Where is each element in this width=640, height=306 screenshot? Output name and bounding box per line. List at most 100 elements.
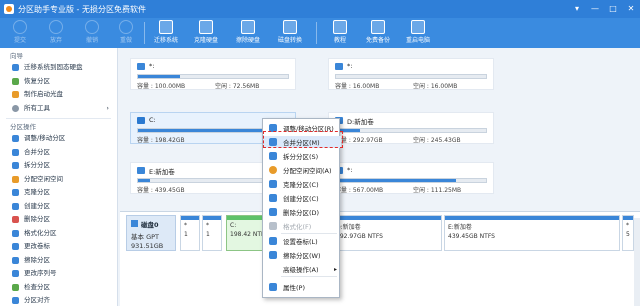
usage-bar [335,178,487,183]
menu-item-delete[interactable]: 删除分区(D) [263,206,341,218]
disk-icon [137,167,145,174]
toolbar-divider [316,22,317,44]
menu-item-clone[interactable]: 克隆分区(C) [263,178,341,190]
window-title: 分区助手专业版 - 无损分区免费软件 [18,4,146,14]
clone-icon [269,180,277,188]
menu-item-properties[interactable]: 属性(P) [263,281,341,293]
sidebar-item-label[interactable]: 更改卷标 [0,240,117,254]
sidebar-item-bootdisk[interactable]: 制作启动光盘 [0,88,117,102]
sidebar: 向导 迁移系统到固态硬盘 恢复分区 制作启动光盘 所有工具 › 分区操作 调整/移… [0,48,118,306]
chevron-right-icon: › [106,103,109,112]
allocate-icon [12,175,19,183]
menu-item-create[interactable]: 创建分区(C) [263,192,341,204]
partition-card[interactable]: *: 容量 : 16.00MB 空闲 : 16.00MB [328,58,494,90]
submit-button[interactable]: 提交 [4,20,36,44]
sidebar-item-all-tools[interactable]: 所有工具 › [0,102,117,116]
wipe-disk-button[interactable]: 擦除硬盘 [232,20,264,44]
undo-icon [85,20,99,34]
serial-icon [12,270,19,278]
tutorial-icon [333,20,347,34]
sidebar-item-format[interactable]: 格式化分区 [0,227,117,241]
discard-icon [49,20,63,34]
free-backup-button[interactable]: 免费备份 [362,20,394,44]
menu-item-allocate[interactable]: 分配空闲空间(A) [263,164,341,176]
sidebar-item-wipe-partition[interactable]: 擦除分区 [0,254,117,268]
disk-map-partition[interactable]: * 5 [622,215,634,251]
menu-item-set-label[interactable]: 设置卷标(L) [263,235,341,247]
migrate-icon [159,20,173,34]
menu-item-split[interactable]: 拆分分区(S) [263,150,341,162]
disk-info[interactable]: 磁盘0 基本 GPT 931.51GB [126,215,176,251]
disk-map-partition[interactable]: * 1 [180,215,200,251]
bootdisk-icon [12,91,19,99]
menu-item-wipe[interactable]: 擦除分区(W) [263,249,341,261]
sidebar-item-resize[interactable]: 调整/移动分区 [0,132,117,146]
toolbar-divider [144,22,145,44]
wizard-section-header: 向导 [10,52,23,60]
disk-convert-button[interactable]: 磁盘转换 [274,20,306,44]
convert-icon [283,20,297,34]
merge-icon [12,148,19,156]
sidebar-item-clone-partition[interactable]: 克隆分区 [0,186,117,200]
maximize-button[interactable]: □ [604,0,622,18]
partition-card[interactable]: *: 容量 : 100.00MB 空闲 : 72.56MB [130,58,296,90]
split-icon [269,152,277,160]
reboot-button[interactable]: 重启电脑 [402,20,434,44]
disk-map-partition[interactable]: * 1 [202,215,222,251]
reboot-icon [411,20,425,34]
disk-map-panel: 磁盘0 基本 GPT 931.51GB * 1 * 1 C: 198.42 NTFS … [120,211,640,306]
clone-disk-button[interactable]: 克隆硬盘 [190,20,222,44]
wipe-partition-icon [12,256,19,264]
sidebar-item-merge[interactable]: 合并分区 [0,146,117,160]
more-icon [12,104,19,112]
disk-icon [335,63,343,70]
sidebar-item-create[interactable]: 创建分区 [0,200,117,214]
disk-map-partition[interactable]: D:新加卷 292.97GB NTFS [332,215,442,251]
sidebar-item-delete[interactable]: 删除分区 [0,213,117,227]
sidebar-item-migrate-ssd[interactable]: 迁移系统到固态硬盘 [0,61,117,75]
allocate-icon [269,166,277,174]
check-icon [12,283,19,291]
create-icon [12,202,19,210]
partition-card[interactable]: *: 容量 : 567.00MB 空闲 : 111.25MB [328,162,494,194]
label-icon [12,243,19,251]
disk-map-partition[interactable]: E:新加卷 439.45GB NTFS [444,215,620,251]
menu-separator [281,276,337,277]
sidebar-divider [6,118,111,119]
tutorial-button[interactable]: 教程 [324,20,356,44]
minimize-button[interactable]: — [586,0,604,18]
menu-item-advanced[interactable]: 高级操作(A) ▸ [263,263,341,275]
title-bar: 分区助手专业版 - 无损分区免费软件 ▾ — □ ✕ [0,0,640,18]
delete-icon [12,216,19,224]
vertical-scrollbar[interactable] [634,218,640,306]
undo-button[interactable]: 撤销 [76,20,108,44]
sidebar-item-serial[interactable]: 更改序列号 [0,267,117,281]
sidebar-item-check[interactable]: 检查分区 [0,281,117,295]
menu-dropdown-button[interactable]: ▾ [568,0,586,18]
wipe-icon [269,251,277,259]
clone-partition-icon [12,189,19,197]
highlight-box [263,131,343,148]
sidebar-item-align[interactable]: 分区对齐 [0,294,117,306]
redo-icon [119,20,133,34]
sidebar-item-recover[interactable]: 恢复分区 [0,75,117,89]
redo-button[interactable]: 重做 [110,20,142,44]
split-icon [12,162,19,170]
menu-separator [281,233,337,234]
sidebar-item-allocate[interactable]: 分配空闲空间 [0,173,117,187]
migrate-ssd-icon [12,64,19,72]
discard-button[interactable]: 放弃 [40,20,72,44]
format-icon [269,222,277,230]
close-button[interactable]: ✕ [622,0,640,18]
partition-card[interactable]: D:新加卷 容量 : 292.97GB 空闲 : 245.43GB [328,112,494,144]
wipe-icon [241,20,255,34]
submenu-arrow-icon: ▸ [333,265,337,273]
toolbar: 提交 放弃 撤销 重做 迁移系统 克隆硬盘 擦除硬盘 磁盘转换 教程 免费备份 … [0,18,640,48]
clone-icon [199,20,213,34]
window-controls: ▾ — □ ✕ [568,0,640,18]
menu-item-format[interactable]: 格式化(F) [263,220,341,232]
ops-section-header: 分区操作 [10,123,36,131]
info-icon [269,283,277,291]
sidebar-item-split[interactable]: 拆分分区 [0,159,117,173]
migrate-system-button[interactable]: 迁移系统 [150,20,182,44]
